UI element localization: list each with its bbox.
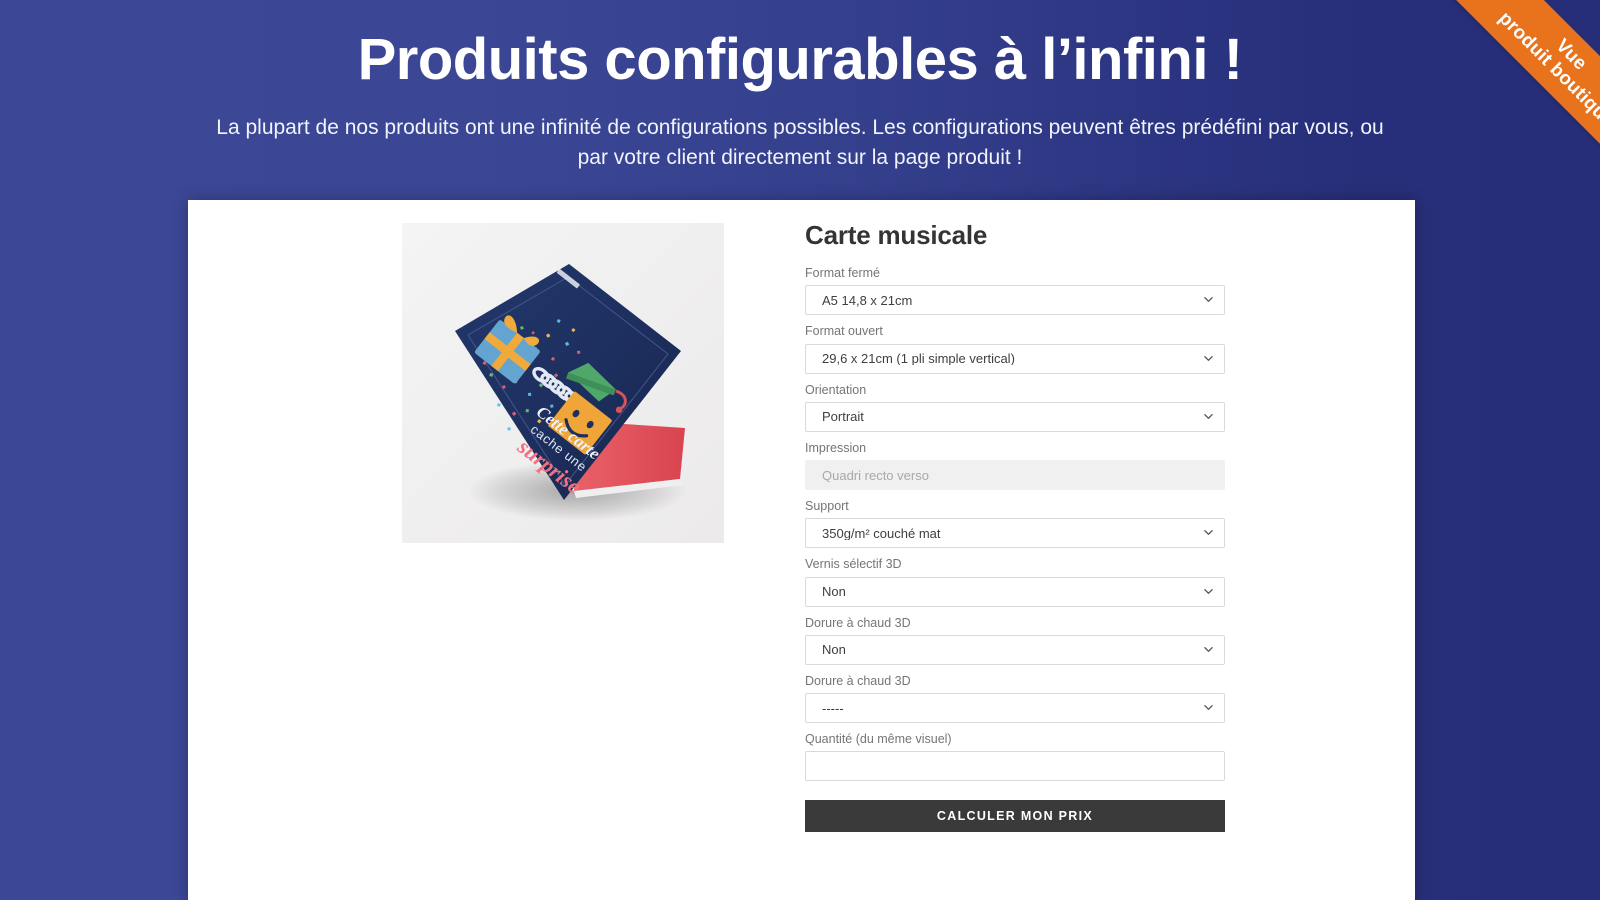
label-format-ferme: Format fermé (805, 266, 881, 280)
greeting-card-illustration: Cette carte cache une surprise (402, 223, 724, 543)
select-format-ouvert-value: 29,6 x 21cm (1 pli simple vertical) (822, 352, 1015, 365)
select-dorure-a-chaud-3d-2-value: ----- (822, 701, 844, 715)
label-dorure-a-chaud-3d-1: Dorure à chaud 3D (805, 615, 911, 630)
hero-subtitle: La plupart de nos produits ont une infin… (216, 115, 1384, 169)
readonly-impression: Quadri recto verso (805, 460, 1225, 490)
select-format-ouvert[interactable]: 29,6 x 21cm (1 pli simple vertical) (805, 343, 1225, 374)
select-format-ferme-value: A5 14,8 x 21cm (822, 293, 913, 307)
label-impression: Impression (805, 440, 867, 455)
calculate-price-button[interactable]: Calculer mon prix (805, 800, 1225, 833)
product-configurator-form: Carte musicale Format fermé A5 14,8 x 21… (805, 220, 1225, 833)
field-format-ferme: Format fermé A5 14,8 x 21cm (805, 265, 1225, 316)
field-format-ouvert: Format ouvert 29,6 x 21cm (1 pli simple … (805, 323, 1225, 374)
label-quantite: Quantité (du même visuel) (805, 732, 952, 746)
chevron-down-icon (1204, 703, 1213, 712)
readonly-impression-value: Quadri recto verso (822, 468, 929, 482)
page-title: Produits configurables à l’infini ! (357, 27, 1243, 92)
field-vernis-selectif-3d: Vernis sélectif 3D Non (805, 556, 1225, 607)
product-image-container[interactable]: Cette carte cache une surprise (402, 223, 724, 543)
chevron-down-icon (1204, 528, 1213, 537)
hero-section: Produits configurables à l’infini ! La p… (0, 0, 1600, 173)
label-format-ouvert: Format ouvert (805, 324, 883, 339)
page-root: Produits configurables à l’infini ! La p… (0, 0, 1600, 900)
product-card-mockup: Cette carte cache une surprise (402, 223, 724, 543)
select-orientation[interactable]: Portrait (805, 401, 1225, 432)
field-quantite: Quantité (du même visuel) (805, 731, 1225, 782)
field-dorure-a-chaud-3d-2: Dorure à chaud 3D ----- (805, 673, 1225, 723)
chevron-down-icon (1204, 412, 1213, 421)
select-dorure-a-chaud-3d-2[interactable]: ----- (805, 693, 1225, 723)
label-vernis-selectif-3d: Vernis sélectif 3D (805, 557, 902, 572)
select-dorure-a-chaud-3d-1[interactable]: Non (805, 634, 1225, 665)
field-impression: Impression Quadri recto verso (805, 440, 1225, 490)
product-panel: Cette carte cache une surprise Carte mus… (188, 200, 1415, 900)
select-support[interactable]: 350g/m² couché mat (805, 518, 1225, 549)
chevron-down-icon (1204, 354, 1213, 363)
field-orientation: Orientation Portrait (805, 382, 1225, 432)
select-vernis-selectif-3d-value: Non (822, 585, 846, 598)
field-dorure-a-chaud-3d-1: Dorure à chaud 3D Non (805, 615, 1225, 665)
label-support: Support (805, 499, 849, 513)
quantity-input[interactable] (805, 751, 1225, 782)
chevron-down-icon (1204, 587, 1213, 596)
product-title: Carte musicale (805, 220, 988, 250)
label-orientation: Orientation (805, 382, 867, 397)
select-support-value: 350g/m² couché mat (822, 526, 941, 540)
label-dorure-a-chaud-3d-2: Dorure à chaud 3D (805, 673, 911, 688)
chevron-down-icon (1204, 295, 1213, 304)
field-support: Support 350g/m² couché mat (805, 498, 1225, 549)
select-vernis-selectif-3d[interactable]: Non (805, 576, 1225, 607)
select-dorure-a-chaud-3d-1-value: Non (822, 643, 846, 657)
select-format-ferme[interactable]: A5 14,8 x 21cm (805, 285, 1225, 316)
chevron-down-icon (1204, 645, 1213, 654)
select-orientation-value: Portrait (822, 410, 864, 424)
